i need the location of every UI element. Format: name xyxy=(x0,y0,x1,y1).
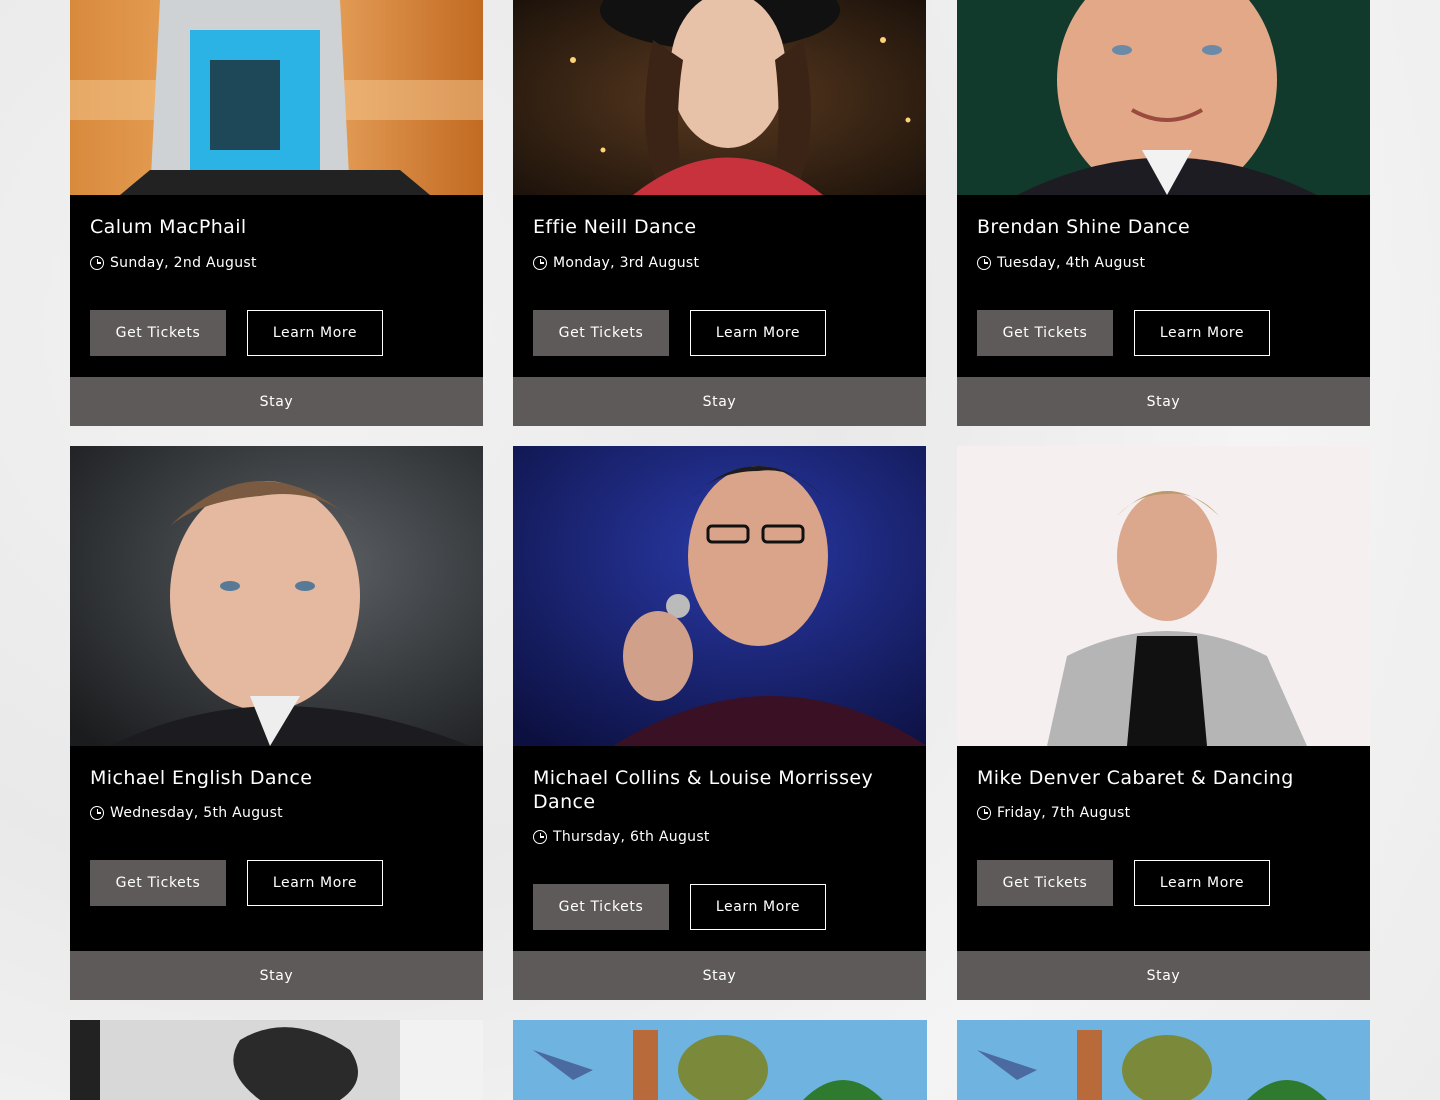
event-photo[interactable] xyxy=(70,1020,483,1100)
event-photo[interactable] xyxy=(957,1020,1370,1100)
clock-icon xyxy=(977,256,991,270)
stay-button[interactable]: Stay xyxy=(957,951,1370,1000)
clock-icon xyxy=(533,830,547,844)
get-tickets-button[interactable]: Get Tickets xyxy=(977,860,1113,906)
event-title: Calum MacPhail xyxy=(90,216,247,238)
event-photo[interactable] xyxy=(957,0,1370,195)
event-date: Monday, 3rd August xyxy=(533,255,699,271)
get-tickets-button[interactable]: Get Tickets xyxy=(90,310,226,356)
event-card: Brendan Shine Dance Tuesday, 4th August … xyxy=(957,0,1370,426)
get-tickets-button[interactable]: Get Tickets xyxy=(977,310,1113,356)
event-photo[interactable] xyxy=(957,446,1370,746)
event-card: Michael English Dance Wednesday, 5th Aug… xyxy=(70,446,483,1000)
clock-icon xyxy=(533,256,547,270)
learn-more-button[interactable]: Learn More xyxy=(690,884,826,930)
event-date-text: Friday, 7th August xyxy=(997,805,1131,821)
event-photo[interactable] xyxy=(513,1020,927,1100)
event-date: Thursday, 6th August xyxy=(533,829,710,845)
event-card: Michael Collins & Louise Morrissey Dance… xyxy=(513,446,926,1000)
event-card xyxy=(513,1020,927,1100)
event-date: Tuesday, 4th August xyxy=(977,255,1145,271)
get-tickets-button[interactable]: Get Tickets xyxy=(533,310,669,356)
event-card: Calum MacPhail Sunday, 2nd August Get Ti… xyxy=(70,0,483,426)
learn-more-button[interactable]: Learn More xyxy=(1134,310,1270,356)
event-title: Mike Denver Cabaret & Dancing xyxy=(977,767,1294,789)
event-grid: Calum MacPhail Sunday, 2nd August Get Ti… xyxy=(0,0,1440,1100)
learn-more-button[interactable]: Learn More xyxy=(247,860,383,906)
learn-more-button[interactable]: Learn More xyxy=(247,310,383,356)
get-tickets-button[interactable]: Get Tickets xyxy=(90,860,226,906)
clock-icon xyxy=(977,806,991,820)
event-card xyxy=(957,1020,1370,1100)
learn-more-button[interactable]: Learn More xyxy=(1134,860,1270,906)
clock-icon xyxy=(90,806,104,820)
event-title: Michael Collins & Louise Morrissey Dance xyxy=(533,767,874,813)
event-date: Wednesday, 5th August xyxy=(90,805,283,821)
event-photo[interactable] xyxy=(513,446,926,746)
event-date: Friday, 7th August xyxy=(977,805,1130,821)
event-title: Effie Neill Dance xyxy=(533,216,697,238)
event-card: Effie Neill Dance Monday, 3rd August Get… xyxy=(513,0,926,426)
event-date-text: Thursday, 6th August xyxy=(553,829,710,845)
event-card: Mike Denver Cabaret & Dancing Friday, 7t… xyxy=(957,446,1370,1000)
event-date-text: Sunday, 2nd August xyxy=(110,255,257,271)
event-date: Sunday, 2nd August xyxy=(90,255,257,271)
stay-button[interactable]: Stay xyxy=(70,377,483,426)
clock-icon xyxy=(90,256,104,270)
event-photo[interactable] xyxy=(513,0,926,195)
stay-button[interactable]: Stay xyxy=(513,951,926,1000)
event-photo[interactable] xyxy=(70,446,483,746)
event-date-text: Tuesday, 4th August xyxy=(997,255,1146,271)
stay-button[interactable]: Stay xyxy=(957,377,1370,426)
event-card xyxy=(70,1020,483,1100)
event-title: Brendan Shine Dance xyxy=(977,216,1191,238)
event-date-text: Monday, 3rd August xyxy=(553,255,700,271)
event-date-text: Wednesday, 5th August xyxy=(110,805,283,821)
get-tickets-button[interactable]: Get Tickets xyxy=(533,884,669,930)
learn-more-button[interactable]: Learn More xyxy=(690,310,826,356)
event-title: Michael English Dance xyxy=(90,767,313,789)
stay-button[interactable]: Stay xyxy=(70,951,483,1000)
stay-button[interactable]: Stay xyxy=(513,377,926,426)
event-photo[interactable] xyxy=(70,0,483,195)
